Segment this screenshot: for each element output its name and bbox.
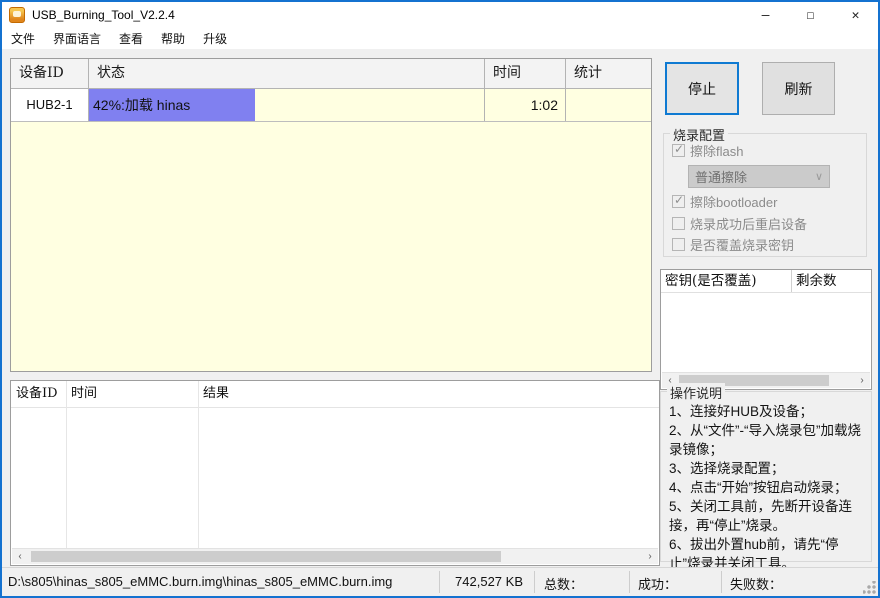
column-divider	[198, 381, 199, 548]
menu-view[interactable]: 查看	[110, 28, 152, 49]
reboot-after-row: 烧录成功后重启设备	[672, 214, 807, 233]
scroll-right-icon[interactable]: ›	[854, 373, 870, 388]
statusbar-divider	[721, 571, 722, 593]
total-count-label: 总数：	[544, 574, 583, 593]
device-table-header: 设备ID 状态 时间 统计	[11, 59, 651, 89]
column-header-time[interactable]: 时间	[485, 59, 566, 88]
image-size: 742,527 KB	[445, 574, 523, 589]
menu-help[interactable]: 帮助	[152, 28, 194, 49]
refresh-button[interactable]: 刷新	[762, 62, 835, 115]
app-window: USB_Burning_Tool_V2.2.4 — ☐ ✕ 文件 界面语言 查看…	[0, 0, 880, 598]
title-bar: USB_Burning_Tool_V2.2.4 — ☐ ✕	[2, 2, 878, 28]
fail-count-label: 失败数：	[730, 574, 782, 593]
instructions-title: 操作说明	[667, 383, 725, 402]
column-header-stats[interactable]: 统计	[566, 59, 651, 88]
reboot-after-checkbox[interactable]	[672, 217, 685, 230]
chevron-down-icon: ∨	[815, 170, 823, 183]
result-table: 设备ID 时间 结果 ‹ ›	[10, 380, 660, 566]
device-progress-table: 设备ID 状态 时间 统计 HUB2-1 42%:加载 hinas 1:02	[10, 58, 652, 372]
column-header-time[interactable]: 时间	[66, 381, 198, 407]
status-cell: 42%:加载 hinas	[89, 89, 485, 121]
status-bar: D:\s805\hinas_s805_eMMC.burn.img\hinas_s…	[2, 567, 878, 596]
minimize-icon[interactable]: —	[743, 2, 788, 28]
key-table: 密钥(是否覆盖) 剩余数 ‹ ›	[660, 269, 872, 390]
statusbar-divider	[534, 571, 535, 593]
window-title: USB_Burning_Tool_V2.2.4	[32, 8, 175, 22]
menu-bar: 文件 界面语言 查看 帮助 升级	[2, 28, 878, 49]
resize-grip[interactable]	[863, 581, 876, 594]
success-count-label: 成功：	[638, 574, 677, 593]
scrollbar-thumb[interactable]	[31, 551, 501, 562]
device-id-cell: HUB2-1	[11, 89, 89, 121]
reboot-after-label: 烧录成功后重启设备	[690, 214, 807, 233]
erase-bootloader-label: 擦除bootloader	[690, 192, 777, 211]
erase-mode-value: 普通擦除	[695, 167, 747, 186]
overwrite-key-row: 是否覆盖烧录密钥	[672, 235, 794, 254]
column-divider	[66, 381, 67, 548]
stop-button[interactable]: 停止	[665, 62, 739, 115]
menu-language[interactable]: 界面语言	[44, 28, 110, 49]
instruction-line: 1、连接好HUB及设备；	[669, 402, 867, 421]
burn-config-group: 烧录配置 擦除flash 普通擦除 ∨ 擦除bootloader 烧录成功后重启…	[663, 133, 867, 257]
column-header-device-id[interactable]: 设备ID	[11, 381, 66, 407]
overwrite-key-checkbox[interactable]	[672, 238, 685, 251]
menu-upgrade[interactable]: 升级	[194, 28, 236, 49]
time-cell: 1:02	[485, 89, 566, 121]
column-header-status[interactable]: 状态	[89, 59, 485, 88]
instruction-line: 2、从“文件”-“导入烧录包”加载烧录镜像；	[669, 421, 867, 459]
erase-flash-label: 擦除flash	[690, 141, 743, 160]
window-controls: — ☐ ✕	[743, 2, 878, 28]
menu-file[interactable]: 文件	[2, 28, 44, 49]
erase-bootloader-row: 擦除bootloader	[672, 192, 777, 211]
result-table-header: 设备ID 时间 结果	[11, 381, 659, 408]
instructions-group: 操作说明 1、连接好HUB及设备； 2、从“文件”-“导入烧录包”加载烧录镜像；…	[660, 391, 872, 562]
instruction-line: 4、点击“开始”按钮启动烧录；	[669, 478, 867, 497]
erase-mode-select[interactable]: 普通擦除 ∨	[688, 165, 830, 188]
instructions-text: 1、连接好HUB及设备； 2、从“文件”-“导入烧录包”加载烧录镜像； 3、选择…	[661, 392, 871, 573]
column-header-remaining[interactable]: 剩余数	[792, 270, 871, 292]
stats-cell	[566, 89, 651, 121]
scroll-right-icon[interactable]: ›	[642, 549, 658, 564]
erase-bootloader-checkbox[interactable]	[672, 195, 685, 208]
column-header-result[interactable]: 结果	[198, 381, 659, 407]
table-row[interactable]: HUB2-1 42%:加载 hinas 1:02	[11, 89, 651, 122]
key-table-header: 密钥(是否覆盖) 剩余数	[661, 270, 871, 293]
app-icon	[9, 7, 25, 23]
column-header-key[interactable]: 密钥(是否覆盖)	[661, 270, 792, 292]
instruction-line: 5、关闭工具前，先断开设备连接，再“停止”烧录。	[669, 497, 867, 535]
loaded-image-path: D:\s805\hinas_s805_eMMC.burn.img\hinas_s…	[8, 574, 392, 589]
statusbar-divider	[629, 571, 630, 593]
result-table-hscrollbar[interactable]: ‹ ›	[12, 548, 658, 564]
close-icon[interactable]: ✕	[833, 2, 878, 28]
scroll-left-icon[interactable]: ‹	[12, 549, 28, 564]
status-text: 42%:加载 hinas	[93, 97, 190, 113]
maximize-icon[interactable]: ☐	[788, 2, 833, 28]
erase-flash-row: 擦除flash	[672, 141, 743, 160]
instruction-line: 3、选择烧录配置；	[669, 459, 867, 478]
column-header-device-id[interactable]: 设备ID	[11, 59, 89, 88]
statusbar-divider	[439, 571, 440, 593]
overwrite-key-label: 是否覆盖烧录密钥	[690, 235, 794, 254]
erase-flash-checkbox[interactable]	[672, 144, 685, 157]
